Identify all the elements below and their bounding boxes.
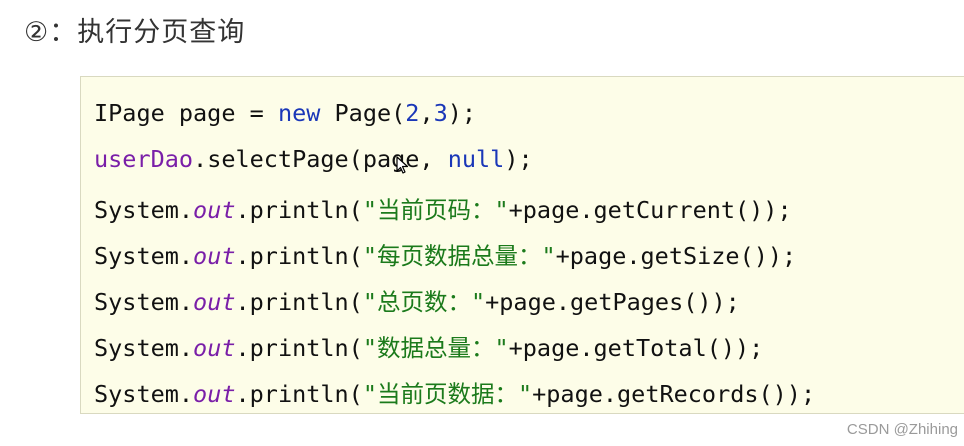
code-text: System. <box>94 196 194 224</box>
code-text: System. <box>94 334 194 362</box>
field-userdao: userDao <box>94 145 194 173</box>
number-literal: 2 <box>405 99 420 127</box>
static-field-out: out <box>193 288 236 316</box>
code-text: .println( <box>235 334 363 362</box>
code-text: +page.getSize()); <box>555 242 797 270</box>
code-text: .println( <box>235 196 363 224</box>
static-field-out: out <box>193 242 236 270</box>
code-line-4: System.out.println("每页数据总量："+page.getSiz… <box>94 237 796 271</box>
code-text: ); <box>504 145 533 173</box>
static-field-out: out <box>193 196 236 224</box>
code-text: System. <box>94 380 194 408</box>
code-text: .println( <box>235 380 363 408</box>
code-text: System. <box>94 288 194 316</box>
code-text: +page.getRecords()); <box>532 380 816 408</box>
code-line-2: userDao.selectPage(page, null); <box>94 145 533 173</box>
number-literal: 3 <box>433 99 448 127</box>
code-block: IPage page = new Page(2,3); userDao.sele… <box>80 76 964 414</box>
keyword-null: null <box>447 145 505 173</box>
code-text: , <box>419 99 434 127</box>
code-text: ); <box>447 99 477 127</box>
static-field-out: out <box>193 380 236 408</box>
mouse-cursor-icon <box>396 156 409 174</box>
code-line-7: System.out.println("当前页数据："+page.getReco… <box>94 375 815 409</box>
code-text: +page.getPages()); <box>485 288 740 316</box>
keyword-new: new <box>277 99 321 127</box>
code-line-3: System.out.println("当前页码："+page.getCurre… <box>94 191 792 225</box>
code-text: +page.getCurrent()); <box>508 196 792 224</box>
static-field-out: out <box>193 334 236 362</box>
string-literal: "当前页码：" <box>362 196 509 224</box>
code-text: +page.getTotal()); <box>508 334 764 362</box>
string-literal: "当前页数据：" <box>362 380 533 408</box>
code-text: .println( <box>235 288 363 316</box>
code-text: System. <box>94 242 194 270</box>
code-text: Page( <box>320 99 406 127</box>
watermark: CSDN @Zhihing <box>846 421 958 438</box>
section-heading: ②：执行分页查询 <box>24 17 246 48</box>
code-line-6: System.out.println("数据总量："+page.getTotal… <box>94 329 763 363</box>
code-text: IPage page = <box>94 99 278 127</box>
string-literal: "数据总量：" <box>362 334 509 362</box>
code-text: .println( <box>235 242 363 270</box>
string-literal: "每页数据总量：" <box>362 242 556 270</box>
page: ②：执行分页查询 IPage page = new Page(2,3); use… <box>0 0 964 446</box>
code-line-5: System.out.println("总页数："+page.getPages(… <box>94 283 740 317</box>
code-line-1: IPage page = new Page(2,3); <box>94 99 476 127</box>
string-literal: "总页数：" <box>362 288 486 316</box>
